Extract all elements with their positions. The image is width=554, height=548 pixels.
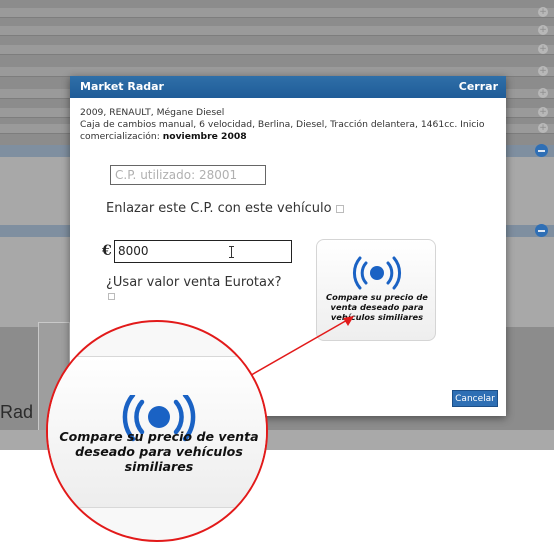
cancel-button[interactable]: Cancelar [452,390,498,407]
plus-icon: + [538,25,548,35]
plus-icon: + [538,44,548,54]
collapse-icon [535,224,548,237]
bg-row: + [0,44,554,55]
collapse-icon [535,144,548,157]
desired-price-input[interactable]: 8000 [114,240,292,263]
plus-icon: + [538,7,548,17]
currency-symbol: € [102,243,112,259]
plus-icon: + [538,88,548,98]
eurotax-checkbox[interactable] [108,293,115,300]
compare-button-text: Compare su precio de venta deseado para … [326,292,428,322]
link-cp-option[interactable]: Enlazar este C.P. con este vehículo [106,201,344,216]
bg-row: + [0,25,554,36]
link-cp-label: Enlazar este C.P. con este vehículo [106,201,332,216]
postal-code-field[interactable]: C.P. utilizado: 28001 [110,165,266,185]
vehicle-launch-date: noviembre 2008 [162,131,247,142]
zoom-callout: Compare su precio de venta deseado para … [46,320,268,542]
vehicle-specs-text: Caja de cambios manual, 6 velocidad, Ber… [80,119,485,142]
vehicle-model: 2009, RENAULT, Mégane Diesel [80,107,225,118]
bg-radar-label: Rad [0,402,34,422]
dialog-title: Market Radar [80,80,164,93]
plus-icon: + [538,107,548,117]
radar-signal-icon [317,256,437,294]
text-cursor-icon [229,246,234,258]
bg-row: + [0,7,554,18]
zoom-compare-button: Compare su precio de venta deseado para … [48,356,266,508]
dialog-header: Market Radar Cerrar [70,76,506,98]
vehicle-info: 2009, RENAULT, Mégane Diesel Caja de cam… [80,107,500,143]
close-link[interactable]: Cerrar [459,76,498,98]
compare-price-button[interactable]: Compare su precio de venta deseado para … [316,239,436,341]
link-cp-checkbox[interactable] [335,204,344,213]
plus-icon: + [538,123,548,133]
eurotax-label: ¿Usar valor venta Eurotax? [106,275,282,290]
vehicle-specs: Caja de cambios manual, 6 velocidad, Ber… [80,119,500,143]
zoom-compare-text: Compare su precio de venta deseado para … [59,429,259,474]
plus-icon: + [538,66,548,76]
